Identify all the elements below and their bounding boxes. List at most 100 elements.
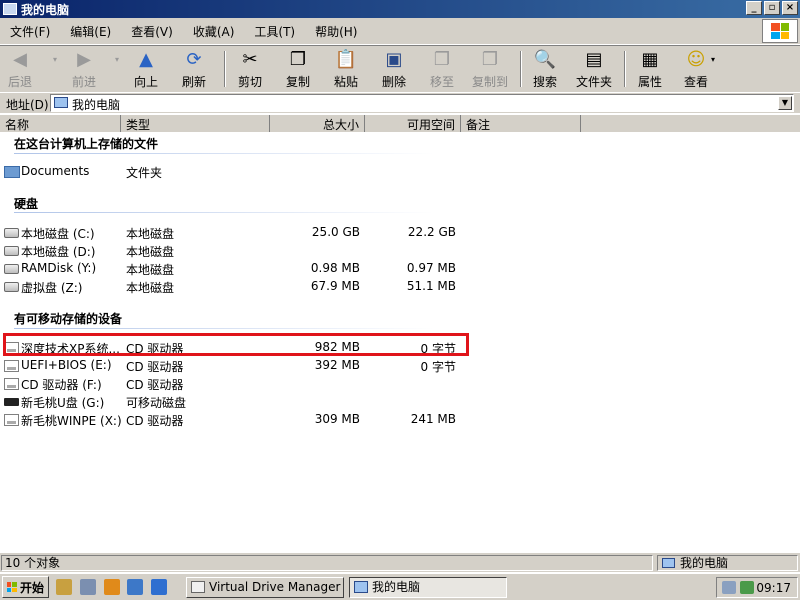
group-header-stored: 在这台计算机上存储的文件 bbox=[14, 137, 159, 151]
menu-file[interactable]: 文件(F) bbox=[0, 23, 60, 40]
view-dropdown[interactable]: ▾ bbox=[708, 49, 718, 89]
header-free-space[interactable]: 可用空间 bbox=[365, 115, 461, 132]
hard-drive-icon bbox=[4, 282, 19, 292]
search-button[interactable]: 🔍 搜索 bbox=[533, 49, 557, 89]
status-location: 我的电脑 bbox=[657, 555, 798, 571]
usb-drive-icon bbox=[4, 398, 19, 406]
menu-edit[interactable]: 编辑(E) bbox=[60, 23, 121, 40]
move-to-button[interactable]: ❐ 移至 bbox=[430, 49, 454, 89]
quick-launch-app-icon[interactable] bbox=[56, 579, 72, 595]
clock: 09:17 bbox=[756, 581, 791, 595]
address-value: 我的电脑 bbox=[72, 98, 121, 112]
forward-button[interactable]: ▶ 前进 bbox=[72, 49, 96, 89]
scissors-icon: ✂ bbox=[242, 49, 258, 70]
address-dropdown-icon[interactable]: ▼ bbox=[778, 96, 792, 110]
back-dropdown[interactable]: ▾ bbox=[50, 49, 60, 89]
folder-icon bbox=[4, 166, 20, 178]
maximize-button[interactable]: ▫ bbox=[764, 1, 780, 15]
hard-drive-icon bbox=[4, 246, 19, 256]
list-item[interactable]: 本地磁盘 (C:) 本地磁盘 25.0 GB 22.2 GB bbox=[0, 224, 800, 242]
header-type[interactable]: 类型 bbox=[121, 115, 270, 132]
address-bar: 地址(D) 我的电脑 ▼ bbox=[0, 92, 800, 113]
list-item[interactable]: UEFI+BIOS (E:) CD 驱动器 392 MB 0 字节 bbox=[0, 357, 800, 375]
my-computer-icon bbox=[54, 97, 68, 108]
quick-launch-printer-icon[interactable] bbox=[80, 579, 96, 595]
quick-launch-ie-icon[interactable] bbox=[151, 579, 167, 595]
column-headers: 名称 类型 总大小 可用空间 备注 bbox=[0, 115, 800, 132]
cut-button[interactable]: ✂ 剪切 bbox=[238, 49, 262, 89]
properties-button[interactable]: ▦ 属性 bbox=[638, 49, 662, 89]
paste-button[interactable]: 📋 粘贴 bbox=[334, 49, 358, 89]
dropdown-arrow-icon: ▾ bbox=[114, 55, 119, 64]
address-label: 地址(D) bbox=[6, 98, 49, 112]
status-bar: 10 个对象 我的电脑 bbox=[0, 552, 800, 572]
toolbar: ◀ 后退 ▾ ▶ 前进 ▾ ▲ 向上 ⟳ 刷新 ✂ 剪切 ❐ 复制 📋 粘贴 ▣… bbox=[0, 45, 800, 92]
tray-volume-icon[interactable] bbox=[740, 581, 754, 594]
cd-drive-icon bbox=[4, 378, 19, 390]
list-item[interactable]: 虚拟盘 (Z:) 本地磁盘 67.9 MB 51.1 MB bbox=[0, 278, 800, 296]
toolbar-separator bbox=[224, 51, 226, 87]
move-to-icon: ❐ bbox=[433, 49, 451, 70]
my-computer-icon bbox=[3, 3, 17, 15]
menu-view[interactable]: 查看(V) bbox=[121, 23, 183, 40]
properties-icon: ▦ bbox=[641, 49, 659, 70]
status-object-count: 10 个对象 bbox=[1, 555, 653, 571]
header-filler bbox=[581, 115, 800, 132]
back-arrow-icon: ◀ bbox=[13, 49, 27, 70]
quick-launch-folder-icon[interactable] bbox=[104, 579, 120, 595]
hard-drive-icon bbox=[4, 228, 19, 238]
windows-logo-icon bbox=[6, 582, 17, 592]
back-button[interactable]: ◀ 后退 bbox=[8, 49, 32, 89]
group-divider bbox=[14, 153, 434, 154]
forward-dropdown[interactable]: ▾ bbox=[112, 49, 122, 89]
menu-tools[interactable]: 工具(T) bbox=[244, 23, 305, 40]
toolbar-separator bbox=[624, 51, 626, 87]
menu-favorites[interactable]: 收藏(A) bbox=[183, 23, 245, 40]
window-title: 我的电脑 bbox=[21, 2, 70, 17]
hard-drive-icon bbox=[4, 264, 19, 274]
list-item[interactable]: 新毛桃WINPE (X:) CD 驱动器 309 MB 241 MB bbox=[0, 411, 800, 429]
title-bar[interactable]: 我的电脑 _ ▫ × bbox=[0, 0, 800, 18]
list-item[interactable]: CD 驱动器 (F:) CD 驱动器 bbox=[0, 375, 800, 393]
header-comment[interactable]: 备注 bbox=[461, 115, 581, 132]
menu-help[interactable]: 帮助(H) bbox=[305, 23, 367, 40]
up-button[interactable]: ▲ 向上 bbox=[134, 49, 158, 89]
menu-bar: 文件(F) 编辑(E) 查看(V) 收藏(A) 工具(T) 帮助(H) bbox=[0, 18, 800, 45]
refresh-icon: ⟳ bbox=[186, 49, 202, 70]
app-window-icon bbox=[191, 581, 205, 593]
header-total-size[interactable]: 总大小 bbox=[270, 115, 365, 132]
address-input[interactable]: 我的电脑 ▼ bbox=[50, 94, 794, 112]
dropdown-arrow-icon: ▾ bbox=[710, 55, 715, 64]
list-item[interactable]: 本地磁盘 (D:) 本地磁盘 bbox=[0, 242, 800, 260]
system-tray: 09:17 bbox=[716, 577, 798, 598]
taskbar: 开始 Virtual Drive Manager 我的电脑 09:17 bbox=[0, 573, 800, 600]
cd-drive-icon bbox=[4, 414, 19, 426]
folders-icon: ▤ bbox=[585, 49, 603, 70]
list-item[interactable]: RAMDisk (Y:) 本地磁盘 0.98 MB 0.97 MB bbox=[0, 260, 800, 278]
delete-icon: ▣ bbox=[385, 49, 403, 70]
group-header-hard-disks: 硬盘 bbox=[14, 197, 39, 211]
copy-to-button[interactable]: ❐ 复制到 bbox=[472, 49, 508, 89]
highlight-box bbox=[3, 333, 469, 356]
search-icon: 🔍 bbox=[533, 49, 557, 70]
refresh-button[interactable]: ⟳ 刷新 bbox=[182, 49, 206, 89]
forward-arrow-icon: ▶ bbox=[77, 49, 91, 70]
copy-button[interactable]: ❐ 复制 bbox=[286, 49, 310, 89]
taskbar-item-my-computer[interactable]: 我的电脑 bbox=[349, 577, 507, 598]
list-item[interactable]: 新毛桃U盘 (G:) 可移动磁盘 bbox=[0, 393, 800, 411]
group-divider bbox=[14, 212, 434, 213]
list-item[interactable]: Documents 文件夹 bbox=[0, 163, 800, 181]
cd-drive-icon bbox=[4, 360, 19, 372]
quick-launch-image-icon[interactable] bbox=[127, 579, 143, 595]
header-name[interactable]: 名称 bbox=[0, 115, 121, 132]
minimize-button[interactable]: _ bbox=[746, 1, 762, 15]
taskbar-item-virtual-drive-manager[interactable]: Virtual Drive Manager bbox=[186, 577, 344, 598]
delete-button[interactable]: ▣ 删除 bbox=[382, 49, 406, 89]
copy-icon: ❐ bbox=[289, 49, 307, 70]
copy-to-icon: ❐ bbox=[481, 49, 499, 70]
tray-network-icon[interactable] bbox=[722, 581, 736, 594]
folders-button[interactable]: ▤ 文件夹 bbox=[576, 49, 612, 89]
close-button[interactable]: × bbox=[782, 1, 798, 15]
up-arrow-icon: ▲ bbox=[139, 49, 153, 70]
start-button[interactable]: 开始 bbox=[2, 576, 49, 598]
